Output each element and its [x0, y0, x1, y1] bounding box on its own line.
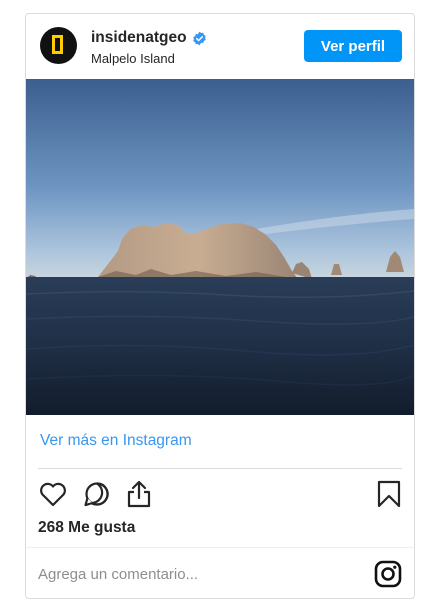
- likes-count[interactable]: 268 Me gusta: [38, 519, 135, 537]
- username[interactable]: insidenatgeo: [91, 29, 187, 47]
- view-more-link[interactable]: Ver más en Instagram: [40, 432, 192, 450]
- avatar[interactable]: [40, 27, 77, 64]
- comment-icon[interactable]: [82, 479, 112, 509]
- comment-bar: Agrega un comentario...: [26, 547, 414, 598]
- share-icon[interactable]: [124, 479, 154, 509]
- bookmark-icon[interactable]: [374, 479, 404, 509]
- location[interactable]: Malpelo Island: [91, 51, 175, 66]
- post-photo[interactable]: [26, 79, 414, 415]
- view-profile-button[interactable]: Ver perfil: [304, 30, 402, 62]
- instagram-embed-card: insidenatgeo Malpelo Island Ver perfil V…: [25, 13, 415, 599]
- post-header: insidenatgeo Malpelo Island Ver perfil: [26, 14, 414, 79]
- heart-icon[interactable]: [38, 479, 68, 509]
- instagram-icon[interactable]: [374, 560, 402, 588]
- natgeo-logo-frame: [52, 35, 63, 54]
- divider: [38, 468, 402, 469]
- comment-input[interactable]: Agrega un comentario...: [38, 566, 198, 583]
- username-row[interactable]: insidenatgeo: [91, 29, 207, 47]
- action-bar: [26, 479, 414, 509]
- verified-badge-icon: [192, 31, 206, 45]
